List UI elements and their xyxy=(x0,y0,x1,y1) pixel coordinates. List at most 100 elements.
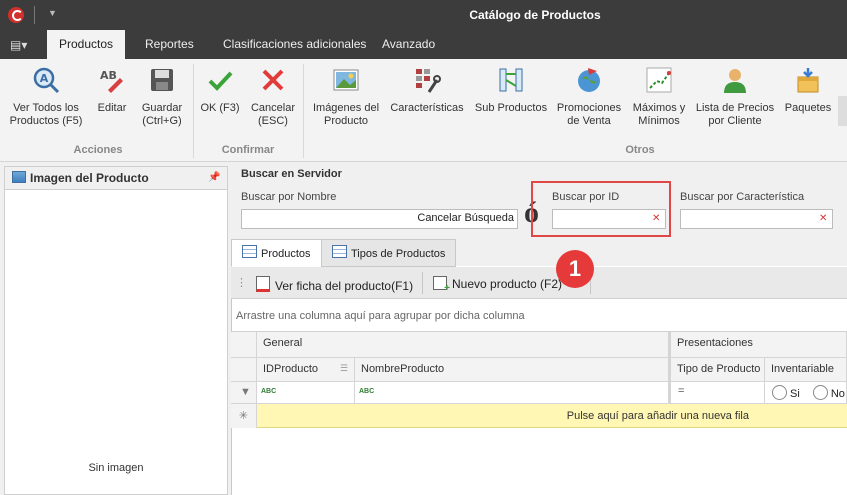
column-nombreproducto[interactable]: NombreProducto xyxy=(355,358,669,382)
ok-label: OK (F3) xyxy=(200,102,240,114)
tab-reportes[interactable]: Reportes xyxy=(133,30,206,59)
sub-products-label: Sub Productos xyxy=(474,102,548,114)
svg-text:AB: AB xyxy=(100,69,117,82)
search-by-feature-label: Buscar por Característica xyxy=(680,191,805,203)
save-button[interactable]: Guardar (Ctrl+G) xyxy=(138,60,186,140)
group-label-otros: Otros xyxy=(625,144,655,156)
product-images-label: Imágenes del Producto xyxy=(312,102,380,127)
sub-products-button[interactable]: Sub Productos xyxy=(472,60,550,140)
tab-label: Tipos de Productos xyxy=(351,248,446,260)
row-indicator-header xyxy=(231,358,257,382)
group-label-confirmar: Confirmar xyxy=(221,144,275,156)
view-all-label: Ver Todos los Productos (F5) xyxy=(9,102,83,127)
filter-tipo-producto[interactable]: = xyxy=(669,382,765,404)
new-row[interactable]: Pulse aquí para añadir una nueva fila xyxy=(257,404,847,428)
sort-icon: ☰ xyxy=(339,363,348,373)
filter-nombreproducto[interactable]: ABC xyxy=(355,382,669,404)
product-image-panel xyxy=(4,166,228,495)
packages-label: Paquetes xyxy=(784,102,832,114)
radio-label: No xyxy=(830,388,845,400)
column-inventariable[interactable]: Inventariable xyxy=(765,358,847,382)
edit-button[interactable]: AB Editar xyxy=(92,60,132,140)
view-all-products-button[interactable]: A Ver Todos los Productos (F5) xyxy=(8,60,84,140)
price-list-button[interactable]: Lista de Precios por Cliente xyxy=(694,60,776,140)
add-icon: + xyxy=(433,276,450,294)
promotions-label: Promociones de Venta xyxy=(556,102,622,127)
cancel-search-button[interactable]: Cancelar Búsqueda xyxy=(241,209,518,229)
edit-label: Editar xyxy=(97,102,127,114)
filter-idproducto[interactable]: ABC xyxy=(257,382,355,404)
max-min-label: Máximos y Mínimos xyxy=(632,102,686,127)
save-icon xyxy=(151,69,173,91)
max-min-button[interactable]: Máximos y Mínimos xyxy=(628,60,690,140)
radio-si[interactable]: Si xyxy=(772,385,800,400)
tab-clasificaciones[interactable]: Clasificaciones adicionales xyxy=(211,30,378,59)
save-label: Guardar (Ctrl+G) xyxy=(141,102,183,127)
tab-productos[interactable]: Productos xyxy=(47,30,126,59)
image-icon xyxy=(12,171,26,183)
product-sheet-icon xyxy=(256,276,270,292)
clear-icon[interactable]: ✕ xyxy=(819,213,827,224)
tab-avanzado[interactable]: Avanzado xyxy=(370,30,447,59)
radio-label: Si xyxy=(790,388,800,400)
search-by-name-label: Buscar por Nombre xyxy=(241,191,337,203)
band-general[interactable]: General xyxy=(257,332,669,358)
view-sheet-label: Ver ficha del producto(F1) xyxy=(275,279,414,293)
new-product-button[interactable]: + Nuevo producto (F2) xyxy=(433,276,563,294)
file-menu-icon[interactable]: ▤▾ xyxy=(10,38,27,52)
column-idproducto[interactable]: IDProducto ☰ xyxy=(257,358,355,382)
search-title: Buscar en Servidor xyxy=(241,168,342,180)
svg-text:A: A xyxy=(40,72,49,85)
sub-products-icon xyxy=(499,68,523,92)
group-label-acciones: Acciones xyxy=(73,144,123,156)
toolbar-grip-icon[interactable]: ⋮ xyxy=(236,276,247,289)
text-filter-icon: ABC xyxy=(261,388,277,395)
no-image-text: Sin imagen xyxy=(88,462,144,474)
ok-button[interactable]: OK (F3) xyxy=(198,60,242,140)
promotions-button[interactable]: Promociones de Venta xyxy=(554,60,624,140)
filter-icon: ▼ xyxy=(231,382,257,404)
view-product-sheet-button[interactable]: Ver ficha del producto(F1) xyxy=(256,276,413,293)
highlight-box xyxy=(531,181,671,237)
filter-inventariable: Si No xyxy=(765,382,847,404)
new-product-label: Nuevo producto (F2) xyxy=(452,277,563,291)
checkmark-icon xyxy=(208,71,233,91)
cancel-button[interactable]: Cancelar (ESC) xyxy=(248,60,298,140)
characteristics-icon xyxy=(416,69,441,93)
row-indicator-header xyxy=(231,332,257,358)
search-by-feature-input[interactable] xyxy=(680,209,833,229)
text-filter-icon: ABC xyxy=(359,388,375,395)
image-icon xyxy=(333,69,359,91)
cancel-label: Cancelar (ESC) xyxy=(250,102,296,127)
search-icon: A xyxy=(33,67,60,94)
list-icon xyxy=(332,245,347,258)
packages-button[interactable]: Paquetes xyxy=(782,60,834,140)
pin-icon[interactable]: 📌 xyxy=(208,172,220,183)
tab-tipos-productos[interactable]: Tipos de Productos xyxy=(321,239,457,267)
column-tipo-producto[interactable]: Tipo de Producto xyxy=(669,358,765,382)
annotation-badge: 1 xyxy=(556,250,594,288)
globe-icon xyxy=(578,68,600,92)
toolbar-divider xyxy=(422,272,423,294)
edit-icon: AB xyxy=(100,69,123,93)
product-images-button[interactable]: Imágenes del Producto xyxy=(308,60,384,140)
package-icon xyxy=(797,68,819,93)
close-icon xyxy=(262,69,284,91)
group-divider xyxy=(303,64,304,158)
ribbon-overflow[interactable] xyxy=(838,96,847,126)
characteristics-button[interactable]: Características xyxy=(388,60,466,140)
chart-line-icon xyxy=(646,67,672,93)
characteristics-label: Características xyxy=(390,102,464,114)
group-by-hint: Arrastre una columna aquí para agrupar p… xyxy=(236,310,525,322)
column-label: IDProducto xyxy=(263,363,319,375)
group-divider xyxy=(193,64,194,158)
radio-button[interactable] xyxy=(812,385,828,400)
radio-button[interactable] xyxy=(772,385,787,400)
band-presentaciones[interactable]: Presentaciones xyxy=(669,332,847,358)
radio-no[interactable]: No xyxy=(812,385,845,400)
window-title: Catálogo de Productos xyxy=(469,8,601,22)
tab-productos-grid[interactable]: Productos xyxy=(231,239,322,267)
user-icon xyxy=(724,69,746,93)
tab-label: Productos xyxy=(261,248,311,260)
price-list-label: Lista de Precios por Cliente xyxy=(695,102,775,127)
